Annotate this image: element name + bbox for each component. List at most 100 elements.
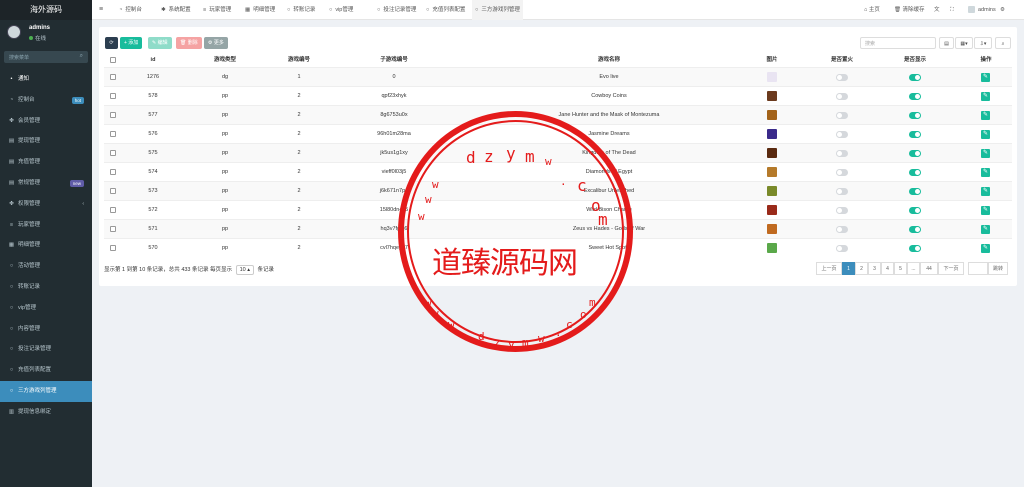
show-toggle[interactable] <box>909 207 921 214</box>
hot-toggle[interactable] <box>836 207 848 214</box>
row-checkbox[interactable] <box>110 207 116 213</box>
show-toggle[interactable] <box>909 245 921 252</box>
show-toggle[interactable] <box>909 74 921 81</box>
fullscreen-icon[interactable]: ⛶ <box>950 0 954 20</box>
sidebar-item[interactable]: • 通知 <box>0 69 92 90</box>
column-header[interactable]: 操作 <box>960 53 1012 67</box>
hot-toggle[interactable] <box>836 188 848 195</box>
game-thumbnail[interactable] <box>767 205 777 215</box>
row-checkbox[interactable] <box>110 188 116 194</box>
table-row[interactable]: 1276 dg 1 0 Evo live ✎ <box>104 67 1012 86</box>
page-button[interactable]: 5 <box>894 262 907 275</box>
edit-row-icon[interactable]: ✎ <box>981 244 990 253</box>
column-header[interactable]: 图片 <box>747 53 797 67</box>
show-toggle[interactable] <box>909 112 921 119</box>
app-logo[interactable]: 海外源码 <box>0 0 92 20</box>
sidebar-item[interactable]: ○ 转账记录 <box>0 277 92 298</box>
page-size-select[interactable]: 10 ▴ <box>235 265 255 275</box>
row-checkbox[interactable] <box>110 131 116 137</box>
table-row[interactable]: 570 pp 2 cvl7hqeyg7 Sweet Hot Spotz ✎ <box>104 238 1012 257</box>
game-thumbnail[interactable] <box>767 110 777 120</box>
toggle-view-icon[interactable]: ▤ <box>939 37 954 49</box>
tab[interactable]: ○ 转账记录 <box>284 0 318 20</box>
sidebar-item[interactable]: ○ 充值列表配置 <box>0 360 92 381</box>
sidebar-item[interactable]: ✤ 会员管理 <box>0 111 92 132</box>
refresh-button[interactable]: ⟳ <box>105 37 118 49</box>
column-header[interactable]: 是否显示 <box>889 53 941 67</box>
tab[interactable]: ✱ 系统配置 <box>158 0 194 20</box>
sidebar-item[interactable]: ✤ 权限管理 ‹ <box>0 194 92 215</box>
sidebar-item[interactable]: ▤ 提现管理 <box>0 131 92 152</box>
next-page-button[interactable]: 下一页 <box>938 262 964 275</box>
translate-icon[interactable]: 文 <box>934 0 940 20</box>
row-checkbox[interactable] <box>110 169 116 175</box>
hot-toggle[interactable] <box>836 150 848 157</box>
column-header[interactable]: 游戏名称 <box>469 53 749 67</box>
sidebar-item[interactable]: ▤ 充值管理 <box>0 152 92 173</box>
tab[interactable]: ○ 投注记录管理 <box>374 0 419 20</box>
table-row[interactable]: 571 pp 2 hq3v7fgjq6 Zeus vs Hades - Gods of … <box>104 219 1012 238</box>
home-link[interactable]: ⌂ 主页 <box>864 0 880 20</box>
row-checkbox[interactable] <box>110 93 116 99</box>
show-toggle[interactable] <box>909 131 921 138</box>
sidebar-item[interactable]: ▥ 提现信息绑定 <box>0 402 92 423</box>
table-row[interactable]: 575 pp 2 jk5us1g1xy Kingdom of The Dead ✎ <box>104 143 1012 162</box>
show-toggle[interactable] <box>909 226 921 233</box>
select-all-checkbox[interactable] <box>110 57 116 63</box>
sidebar-item[interactable]: ○ 活动管理 <box>0 256 92 277</box>
page-button[interactable]: 44 <box>920 262 938 275</box>
page-button[interactable]: 2 <box>855 262 868 275</box>
column-header[interactable]: 是否置火 <box>816 53 868 67</box>
edit-row-icon[interactable]: ✎ <box>981 130 990 139</box>
show-toggle[interactable] <box>909 169 921 176</box>
game-thumbnail[interactable] <box>767 224 777 234</box>
tab[interactable]: ○ vip管理 <box>326 0 356 20</box>
hot-toggle[interactable] <box>836 245 848 252</box>
table-row[interactable]: 578 pp 2 qpf23xhyk Cowboy Coins ✎ <box>104 86 1012 105</box>
settings-gear-icon[interactable]: ⚙ <box>1000 0 1005 20</box>
table-row[interactable]: 572 pp 2 15l80dn4c5 Wild Bison Charge ✎ <box>104 200 1012 219</box>
edit-row-icon[interactable]: ✎ <box>981 73 990 82</box>
hot-toggle[interactable] <box>836 74 848 81</box>
page-button[interactable]: 1 <box>842 262 855 275</box>
game-thumbnail[interactable] <box>767 243 777 253</box>
search-icon[interactable]: ⌕ <box>80 53 83 60</box>
table-row[interactable]: 574 pp 2 vieff0l03j5 Diamonds of Egypt ✎ <box>104 162 1012 181</box>
show-toggle[interactable] <box>909 150 921 157</box>
menu-toggle-icon[interactable]: ≡ <box>99 0 103 20</box>
hot-toggle[interactable] <box>836 93 848 100</box>
game-thumbnail[interactable] <box>767 91 777 101</box>
columns-icon[interactable]: ▦▾ <box>955 37 973 49</box>
row-checkbox[interactable] <box>110 226 116 232</box>
column-header[interactable]: 游戏类型 <box>195 53 255 67</box>
table-row[interactable]: 576 pp 2 96h01m28ma Jasmine Dreams ✎ <box>104 124 1012 143</box>
sidebar-item[interactable]: ≡ 玩家管理 <box>0 215 92 236</box>
column-header[interactable]: 子游戏编号 <box>339 53 449 67</box>
game-thumbnail[interactable] <box>767 72 777 82</box>
edit-row-icon[interactable]: ✎ <box>981 225 990 234</box>
tab[interactable]: ○ 充值列表配置 <box>423 0 468 20</box>
column-header[interactable]: id <box>123 53 183 67</box>
clear-cache-button[interactable]: 🗑 清除缓存 <box>894 0 925 20</box>
admin-menu[interactable]: admins <box>968 0 996 20</box>
sidebar-item[interactable]: ○ vip管理 <box>0 298 92 319</box>
edit-row-icon[interactable]: ✎ <box>981 168 990 177</box>
more-button[interactable]: ⚙ 更多 <box>204 37 228 49</box>
edit-button[interactable]: ✎ 编辑 <box>148 37 172 49</box>
sidebar-item[interactable]: ○ 投注记录管理 <box>0 339 92 360</box>
game-thumbnail[interactable] <box>767 186 777 196</box>
edit-row-icon[interactable]: ✎ <box>981 187 990 196</box>
tab[interactable]: ▦ 明细管理 <box>242 0 278 20</box>
game-thumbnail[interactable] <box>767 129 777 139</box>
page-button[interactable]: 3 <box>868 262 881 275</box>
edit-row-icon[interactable]: ✎ <box>981 206 990 215</box>
game-thumbnail[interactable] <box>767 148 777 158</box>
edit-row-icon[interactable]: ✎ <box>981 92 990 101</box>
edit-row-icon[interactable]: ✎ <box>981 111 990 120</box>
sidebar-item[interactable]: ○ 三方游戏列管理 <box>0 380 92 402</box>
sidebar-search-input[interactable]: 搜索菜单 ⌕ <box>4 51 88 63</box>
row-checkbox[interactable] <box>110 150 116 156</box>
page-jump-input[interactable] <box>968 262 988 275</box>
sidebar-item[interactable]: ◔ 控制台 hot <box>0 90 92 111</box>
add-button[interactable]: + 添加 <box>120 37 143 49</box>
